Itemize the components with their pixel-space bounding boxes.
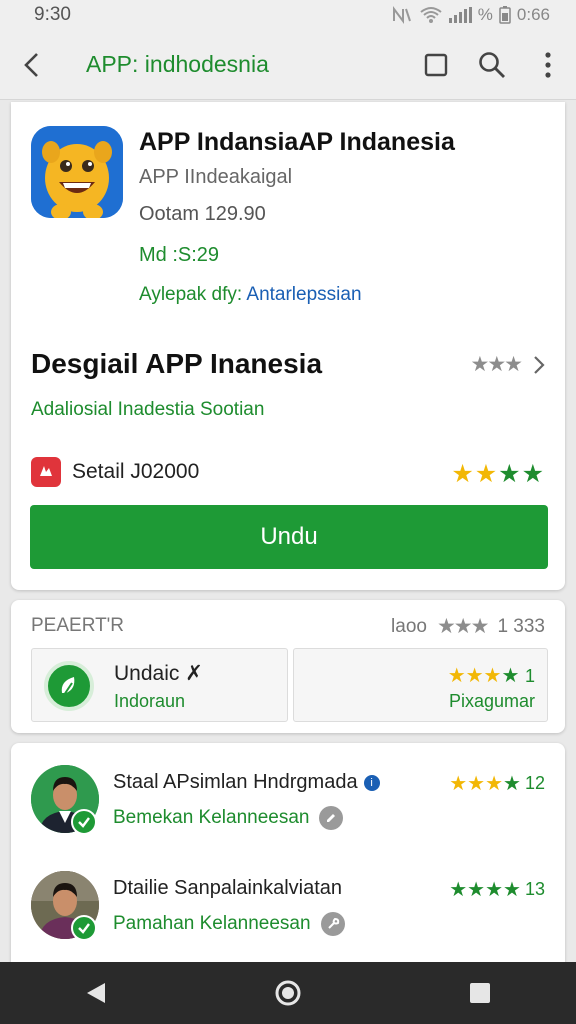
status-icons: % 0:66: [391, 5, 550, 25]
leaf-icon: [44, 661, 94, 711]
review-stars: ★★★★ 13: [449, 879, 545, 901]
app-title: APP IndansiaAP Indanesia: [139, 128, 455, 156]
reviews-card: Staal APsimlan Hndrgmada i Bemekan Kelann…: [11, 743, 565, 973]
review-item[interactable]: Dtailie Sanpalainkalviatan Pamahan Kelan…: [11, 865, 565, 965]
tile-title: Undaic ✗: [114, 662, 203, 685]
app-version: Ootam 129.90: [139, 203, 266, 225]
status-clock-right: 0:66: [516, 5, 550, 24]
app-offer: Aylepak dfy: Antarlepssian: [139, 284, 362, 306]
wrench-icon[interactable]: [320, 912, 345, 936]
status-time: 9:30: [34, 4, 71, 25]
review-count: 13: [524, 879, 545, 899]
section-rating-link[interactable]: ★★★: [471, 352, 545, 377]
signal-icon: [448, 7, 472, 23]
review-stars: ★★★★ 12: [449, 773, 545, 795]
status-bar: 9:30 % 0:66: [0, 0, 576, 30]
nav-recents-button[interactable]: [448, 962, 512, 1024]
section-rating-stars: ★★★: [470, 353, 524, 376]
rating-summary-count: 1 333: [497, 615, 545, 637]
search-button[interactable]: [464, 30, 520, 100]
rating-card: PEAERT'R laoo ★★★ 1 333 Undaic ✗ Indorau…: [11, 600, 565, 733]
review-name: Dtailie Sanpalainkalviatan: [113, 877, 343, 899]
setail-badge-icon: [31, 457, 61, 487]
verified-check-icon: [71, 809, 97, 835]
offer-value[interactable]: Antarlepssian: [246, 284, 361, 305]
verified-check-icon: [71, 915, 97, 941]
tile-count: 1: [524, 666, 535, 686]
section-subtitle: Adaliosial Inadestia Sootian: [31, 399, 265, 420]
undaic-tile[interactable]: Undaic ✗ Indoraun: [31, 648, 288, 722]
nfc-icon: [392, 6, 411, 24]
app-size: Md :S:29: [139, 244, 220, 266]
review-subtitle: Bemekan Kelanneesan: [113, 806, 344, 830]
square-icon: [424, 53, 448, 76]
review-name: Staal APsimlan Hndrgmada i: [113, 771, 380, 794]
search-icon: [479, 51, 505, 78]
rating-summary-stars: ★★★: [436, 615, 490, 638]
review-item[interactable]: Staal APsimlan Hndrgmada i Bemekan Kelann…: [11, 759, 565, 859]
back-arrow-icon: [24, 52, 38, 77]
rating-header: PEAERT'R: [31, 615, 125, 636]
circle-home-icon: [275, 980, 301, 1006]
more-options-button[interactable]: [520, 30, 576, 100]
section-title: Desgiail APP Inanesia: [31, 348, 323, 379]
rating-summary-label: laoo: [391, 615, 427, 637]
mascot-icon: [31, 126, 123, 218]
review-name-text: Staal APsimlan Hndrgmada: [113, 771, 358, 793]
square-recents-icon: [470, 983, 490, 1003]
setail-text: Setail J02000: [72, 460, 200, 483]
app-bar-title: APP: indhodesnia: [86, 51, 269, 77]
review-subtitle: Pamahan Kelanneesan: [113, 912, 345, 936]
tile-stars: ★★★★ 1: [447, 665, 535, 687]
review-subtitle-text: Bemekan Kelanneesan: [113, 807, 310, 828]
install-button[interactable]: Undu: [30, 505, 548, 569]
app-developer[interactable]: APP IIndeakaigal: [139, 166, 292, 189]
nav-back-button[interactable]: [64, 962, 128, 1024]
nav-home-button[interactable]: [256, 962, 320, 1024]
review-count: 12: [524, 773, 545, 793]
battery-percent: %: [477, 5, 493, 24]
offer-label: Aylepak dfy:: [139, 284, 243, 305]
system-nav-bar: [0, 962, 576, 1024]
window-button[interactable]: [408, 30, 464, 100]
app-icon[interactable]: [31, 126, 123, 218]
more-vert-icon: [545, 51, 551, 78]
app-details-card: APP IndansiaAP Indanesia APP IIndeakaiga…: [11, 102, 565, 590]
review-subtitle-text: Pamahan Kelanneesan: [113, 913, 311, 934]
info-icon: i: [363, 775, 380, 791]
battery-icon: [499, 6, 511, 24]
back-button[interactable]: [0, 30, 64, 100]
triangle-back-icon: [87, 983, 105, 1003]
tile-subtitle: Indoraun: [114, 691, 186, 711]
setail-stars: ★★★★: [451, 460, 545, 488]
tile-subtitle: Pixagumar: [448, 691, 535, 711]
chevron-right-icon: [534, 355, 545, 374]
wifi-icon: [420, 7, 442, 23]
app-bar: APP: indhodesnia: [0, 30, 576, 100]
rating-summary: laoo ★★★ 1 333: [391, 614, 545, 639]
pixagumar-tile[interactable]: ★★★★ 1 Pixagumar: [293, 648, 548, 722]
edit-icon[interactable]: [319, 806, 344, 830]
